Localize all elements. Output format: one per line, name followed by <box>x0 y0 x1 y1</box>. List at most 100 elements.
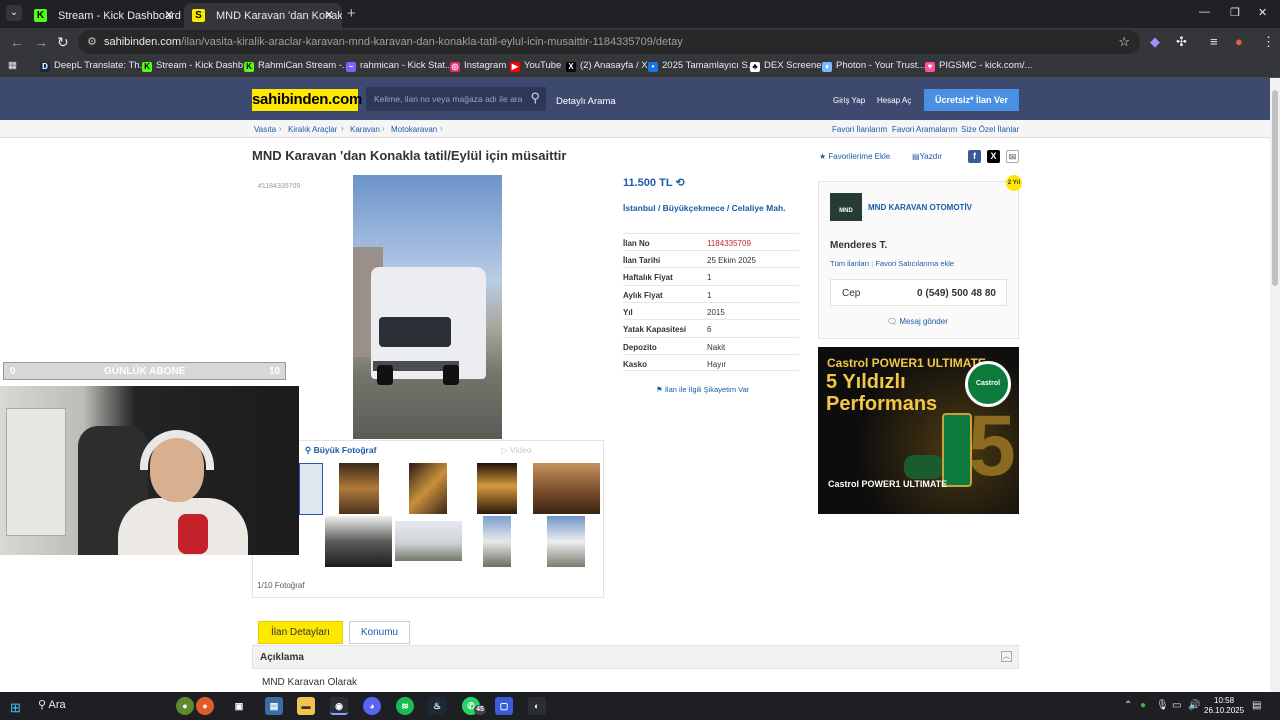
breadcrumb-item[interactable]: Karavan <box>350 125 380 134</box>
bookmark-youtube[interactable]: ▶ YouTube <box>510 60 561 72</box>
bookmark-kick-dashboard[interactable]: K Stream - Kick Dashb... <box>142 60 251 72</box>
sahibinden-logo[interactable]: sahibinden.com <box>252 89 362 111</box>
breadcrumb-item[interactable]: Kiralık Araçlar <box>288 125 337 134</box>
clock[interactable]: 10:58 26.10.2025 <box>1204 696 1244 716</box>
send-message-link[interactable]: 🗨 Mesaj gönder <box>887 317 948 326</box>
url-text[interactable]: sahibinden.com/ilan/vasita-kiralik-aracl… <box>104 36 683 48</box>
menu-dots-icon[interactable]: ⋮ <box>1262 34 1275 50</box>
bookmark-tamamlayici[interactable]: • 2025 Tamamlayıcı S... <box>648 60 756 72</box>
file-explorer-icon[interactable]: ▬ <box>297 697 315 715</box>
login-link[interactable]: Giriş Yap <box>833 96 865 105</box>
thumbnail[interactable] <box>395 521 462 561</box>
thumbnail[interactable] <box>477 463 517 514</box>
add-favorite-link[interactable]: ★ Favorilerime Ekle <box>819 152 890 161</box>
extensions-puzzle-icon[interactable]: ✣ <box>1176 34 1187 50</box>
x-icon: X <box>566 62 576 72</box>
register-link[interactable]: Hesap Aç <box>877 96 911 105</box>
close-tab-icon[interactable]: ✕ <box>324 8 334 22</box>
tab-kick-dashboard[interactable]: K Stream - Kick Dashboard ✕ <box>26 3 182 28</box>
close-tab-icon[interactable]: ✕ <box>164 8 174 22</box>
big-photo-tab[interactable]: ⚲ Büyük Fotoğraf <box>305 445 376 456</box>
obs-icon[interactable]: ◐ <box>528 697 546 715</box>
microphone-icon[interactable]: 🎙 <box>1156 700 1169 711</box>
special-listings-link[interactable]: Size Özel İlanlar <box>961 125 1019 134</box>
address-bar[interactable]: ⚙ sahibinden.com/ilan/vasita-kiralik-ara… <box>78 30 1140 54</box>
facebook-share-icon[interactable]: f <box>968 150 981 163</box>
store-name[interactable]: MND KARAVAN OTOMOTİV <box>868 203 972 212</box>
windows-start-icon[interactable]: ⊞ <box>10 700 21 716</box>
app-icon[interactable]: ▤ <box>265 697 283 715</box>
email-share-icon[interactable]: ✉ <box>1006 150 1019 163</box>
reading-list-icon[interactable]: ≡ <box>1210 34 1218 49</box>
bookmark-photon[interactable]: ♦ Photon - Your Trust... <box>822 60 925 72</box>
volume-icon[interactable]: 🔊 <box>1188 700 1200 711</box>
page-scrollbar[interactable] <box>1270 78 1280 692</box>
bookmark-star-icon[interactable]: ☆ <box>1118 34 1130 50</box>
bookmark-rahmican-stream[interactable]: K RahmiCan Stream -... <box>244 60 350 72</box>
taskbar-search[interactable]: ⚲ Ara <box>38 698 66 711</box>
print-link[interactable]: ▤Yazdır <box>912 152 942 161</box>
advanced-search-link[interactable]: Detaylı Arama <box>556 96 616 107</box>
profile-avatar[interactable]: ● <box>1235 34 1243 49</box>
video-tab[interactable]: ▷ Video <box>501 445 532 456</box>
widget-icon[interactable]: ● <box>176 697 194 715</box>
x-share-icon[interactable]: X <box>987 150 1000 163</box>
new-tab-icon[interactable]: + <box>347 5 356 22</box>
forward-icon[interactable]: → <box>34 34 48 50</box>
notification-center-icon[interactable]: ▤ <box>1252 700 1261 711</box>
bookmark-instagram[interactable]: ◎ Instagram <box>450 60 506 72</box>
castrol-ad-banner[interactable]: 5 Castrol POWER1 ULTIMATE 5 Yıldızlı Perf… <box>818 347 1019 514</box>
bookmark-kick-stats[interactable]: ~ rahmican - Kick Stat... <box>346 60 453 72</box>
thumbnail[interactable] <box>409 463 447 514</box>
site-info-icon[interactable]: ⚙ <box>87 35 97 48</box>
back-icon[interactable]: ← <box>10 34 24 50</box>
app-icon[interactable]: ▢ <box>495 697 513 715</box>
phone-box[interactable]: Cep 0 (549) 500 48 80 <box>830 279 1007 306</box>
widget-icon[interactable]: ● <box>196 697 214 715</box>
extension-icon[interactable]: ◆ <box>1150 34 1160 50</box>
tab-location[interactable]: Konumu <box>349 621 410 644</box>
tray-chevron-icon[interactable]: ⌃ <box>1124 700 1132 711</box>
bookmark-x[interactable]: X (2) Anasayfa / X <box>566 60 648 72</box>
bookmark-deepl[interactable]: D DeepL Translate: Th... <box>40 60 147 72</box>
site-search-input[interactable]: Kelime, ilan no veya mağaza adı ile ara … <box>366 87 546 111</box>
apps-grid-icon[interactable]: ▦ <box>8 60 17 71</box>
store-logo[interactable]: MND <box>830 193 862 221</box>
favorite-listings-link[interactable]: Favori İlanlarım <box>832 125 887 134</box>
breadcrumb-item[interactable]: Motokaravan <box>391 125 437 134</box>
scrollbar-thumb[interactable] <box>1272 90 1278 286</box>
reload-icon[interactable]: ↻ <box>57 34 69 51</box>
price-history-icon[interactable]: ⟲ <box>675 177 684 189</box>
spotify-icon[interactable]: ≋ <box>396 697 414 715</box>
close-window-icon[interactable]: ✕ <box>1258 6 1267 19</box>
steam-icon[interactable]: ♨ <box>428 697 446 715</box>
all-ads-link[interactable]: Tüm ilanları <box>830 259 869 268</box>
thumbnail[interactable] <box>299 463 323 515</box>
listing-location[interactable]: İstanbul / Büyükçekmece / Celaliye Mah. <box>623 203 798 213</box>
tab-listing-details[interactable]: İlan Detayları <box>258 621 343 644</box>
tab-sahibinden[interactable]: S MND Karavan 'dan Konakla tat ✕ <box>184 3 342 28</box>
post-ad-button[interactable]: Ücretsiz* İlan Ver <box>924 89 1019 111</box>
task-view-icon[interactable]: ▣ <box>230 697 248 715</box>
add-favorite-seller-link[interactable]: Favori Satıcılarıma ekle <box>875 259 954 268</box>
search-icon[interactable]: ⚲ <box>530 90 540 106</box>
thumbnail[interactable] <box>325 516 392 567</box>
favorite-searches-link[interactable]: Favori Aramalarım <box>892 125 957 134</box>
minimize-icon[interactable]: — <box>1199 6 1210 18</box>
breadcrumb-item[interactable]: Vasıta <box>254 125 276 134</box>
report-listing-link[interactable]: ⚑ İlan ile İlgili Şikayetim Var <box>656 385 749 394</box>
thumbnail[interactable] <box>547 516 585 567</box>
chrome-icon[interactable]: ◉ <box>330 697 348 715</box>
network-icon[interactable]: ▭ <box>1172 700 1181 711</box>
thumbnail[interactable] <box>483 516 511 567</box>
bookmark-dex-screener[interactable]: ♣ DEX Screener <box>750 60 825 72</box>
collapse-icon[interactable]: ︿ <box>1001 651 1012 662</box>
bookmark-pigsmc[interactable]: ♥ PIGSMC - kick.com/... <box>925 60 1032 72</box>
main-photo[interactable] <box>353 175 502 439</box>
thumbnail[interactable] <box>533 463 600 514</box>
thumbnail[interactable] <box>339 463 379 514</box>
tray-icon[interactable]: ● <box>1140 700 1146 711</box>
restore-icon[interactable]: ❐ <box>1230 6 1240 19</box>
discord-icon[interactable]: ◕ <box>363 697 381 715</box>
tab-search-icon[interactable]: ⌄ <box>6 5 22 21</box>
